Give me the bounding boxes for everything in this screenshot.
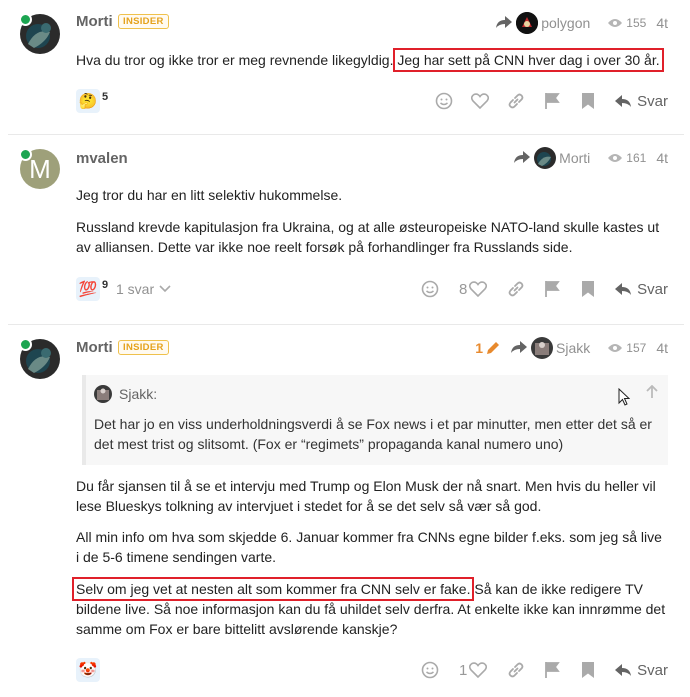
bookmark-icon[interactable] <box>570 88 606 114</box>
post-author[interactable]: mvalen <box>76 150 128 167</box>
post-paragraph: Selv om jeg vet at nesten alt som kommer… <box>71 577 666 639</box>
reaction-emoji[interactable]: 🤔 <box>76 89 100 113</box>
mouse-cursor <box>618 387 631 411</box>
view-count: 155 <box>626 16 647 30</box>
reply-to-icon <box>513 150 531 167</box>
post-3: Morti INSIDER 1 Sjakk 157 4t Sjakk: Det … <box>0 325 690 697</box>
reply-to-icon <box>510 340 528 357</box>
reply-icon <box>615 664 632 676</box>
share-link-icon[interactable] <box>498 657 534 683</box>
insider-badge[interactable]: INSIDER <box>118 340 169 355</box>
replies-toggle[interactable]: 1 svar <box>116 281 171 297</box>
like-button[interactable]: 1 <box>448 657 498 683</box>
post-meta: Morti 161 4t <box>513 147 668 169</box>
post-paragraph: Du får sjansen til å se et intervju med … <box>76 478 656 514</box>
reply-to-user[interactable]: Morti <box>559 150 590 166</box>
like-count: 8 <box>458 280 468 298</box>
online-indicator <box>19 13 32 26</box>
insider-badge[interactable]: INSIDER <box>118 14 169 29</box>
reply-to-avatar[interactable] <box>516 12 539 34</box>
quote-header: Sjakk: <box>94 385 157 403</box>
reply-label: Svar <box>637 661 668 679</box>
online-indicator <box>19 338 32 351</box>
edit-history-button[interactable]: 1 <box>475 340 500 356</box>
flag-icon[interactable] <box>534 657 570 683</box>
post-actions: 8 Svar <box>412 276 668 302</box>
highlighted-text: Selv om jeg vet at nesten alt som kommer… <box>71 577 475 601</box>
post-body: Hva du tror og ikke tror er meg revnende… <box>76 48 666 72</box>
quote-block: Sjakk: Det har jo en viss underholdnings… <box>82 375 668 465</box>
post-meta: polygon 155 4t <box>495 12 668 34</box>
eye-icon <box>608 340 623 356</box>
post-paragraph: Russland krevde kapitulasjon fra Ukraina… <box>76 219 660 255</box>
share-link-icon[interactable] <box>498 88 534 114</box>
reaction-emoji[interactable]: 💯 <box>76 277 100 301</box>
reaction-count: 5 <box>102 91 109 103</box>
flag-icon[interactable] <box>534 88 570 114</box>
quote-author[interactable]: Sjakk: <box>119 386 157 402</box>
online-indicator <box>19 148 32 161</box>
reactions[interactable]: 🤡 <box>76 657 102 683</box>
reply-to-icon <box>495 15 513 32</box>
view-count: 161 <box>626 151 647 165</box>
like-count: 1 <box>458 661 468 679</box>
reaction-emoji[interactable]: 🤡 <box>76 658 100 682</box>
reply-icon <box>615 283 632 295</box>
post-actions: Svar <box>426 88 668 114</box>
pencil-icon <box>487 342 500 354</box>
add-reaction-icon[interactable] <box>426 88 462 114</box>
quote-avatar[interactable] <box>94 385 112 403</box>
eye-icon <box>608 15 623 31</box>
body-text: Hva du tror og ikke tror er meg revnende… <box>76 52 398 68</box>
post-age[interactable]: 4t <box>656 340 668 356</box>
edit-count: 1 <box>475 340 484 356</box>
reply-button[interactable]: Svar <box>614 281 668 298</box>
like-heart-icon[interactable] <box>462 88 498 114</box>
post-actions: 1 Svar <box>412 657 668 683</box>
view-count: 157 <box>626 341 647 355</box>
add-reaction-icon[interactable] <box>412 657 448 683</box>
heart-icon <box>469 662 488 678</box>
post-age[interactable]: 4t <box>656 150 668 166</box>
post-author[interactable]: Morti <box>76 339 113 356</box>
post-paragraph: Jeg tror du har en litt selektiv hukomme… <box>76 187 343 203</box>
highlighted-text: Jeg har sett på CNN hver dag i over 30 å… <box>393 48 664 72</box>
reactions[interactable]: 💯 9 <box>76 276 108 302</box>
replies-label: 1 svar <box>116 281 155 297</box>
like-button[interactable]: 8 <box>448 276 498 302</box>
reply-icon <box>615 95 632 107</box>
add-reaction-icon[interactable] <box>412 276 448 302</box>
post-author[interactable]: Morti <box>76 13 113 30</box>
post-meta: 1 Sjakk 157 4t <box>475 337 668 359</box>
flag-icon[interactable] <box>534 276 570 302</box>
share-link-icon[interactable] <box>498 276 534 302</box>
reply-to-user[interactable]: Sjakk <box>556 340 590 356</box>
quote-navigate-up-icon[interactable] <box>646 384 658 404</box>
avatar-letter: M <box>29 153 51 184</box>
reaction-count: 9 <box>102 279 109 291</box>
reply-label: Svar <box>637 280 668 298</box>
post-2: M mvalen Morti 161 4t Jeg tror du har en… <box>0 135 690 324</box>
reply-to-user[interactable]: polygon <box>541 15 590 31</box>
post-1: Morti INSIDER polygon 155 4t Hva du tror… <box>0 0 690 134</box>
reactions[interactable]: 🤔 5 <box>76 88 108 114</box>
reply-to-avatar[interactable] <box>534 147 557 169</box>
bookmark-icon[interactable] <box>570 276 606 302</box>
reply-button[interactable]: Svar <box>614 662 668 679</box>
bookmark-icon[interactable] <box>570 657 606 683</box>
eye-icon <box>608 150 623 166</box>
heart-icon <box>469 281 488 297</box>
reply-to-avatar[interactable] <box>531 337 554 359</box>
quote-text: Det har jo en viss underholdningsverdi å… <box>94 416 652 452</box>
post-paragraph: All min info om hva som skjedde 6. Janua… <box>76 529 662 565</box>
reply-label: Svar <box>637 92 668 110</box>
post-age[interactable]: 4t <box>656 15 668 31</box>
reply-button[interactable]: Svar <box>614 93 668 110</box>
chevron-down-icon <box>159 285 171 293</box>
